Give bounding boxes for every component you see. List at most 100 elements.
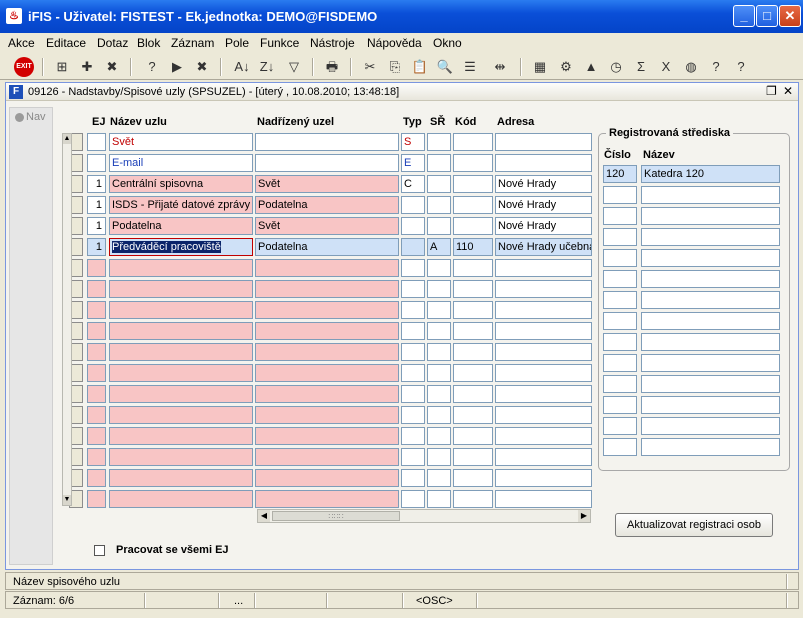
restore-icon[interactable]: ❐: [766, 84, 777, 98]
paste-icon[interactable]: 📋: [410, 57, 430, 77]
menu-zaznam[interactable]: Záznam: [171, 36, 214, 50]
strediska-cell-nazev[interactable]: [641, 270, 780, 288]
strediska-cell-cislo[interactable]: [603, 333, 637, 351]
cell-ej[interactable]: [87, 364, 106, 382]
cell-sr[interactable]: [427, 469, 451, 487]
cell-sr[interactable]: [427, 175, 451, 193]
query-icon[interactable]: ?: [142, 57, 162, 77]
cell-ej[interactable]: 1: [87, 217, 106, 235]
cell-nadrizeny[interactable]: [255, 280, 399, 298]
cell-sr[interactable]: [427, 301, 451, 319]
cell-typ[interactable]: [401, 259, 425, 277]
find-icon[interactable]: 🔍: [435, 57, 455, 77]
cell-typ[interactable]: E: [401, 154, 425, 172]
cell-nadrizeny[interactable]: [255, 448, 399, 466]
cell-typ[interactable]: C: [401, 175, 425, 193]
cell-sr[interactable]: A: [427, 238, 451, 256]
cell-adresa[interactable]: [495, 469, 592, 487]
cell-nazev[interactable]: Svět: [109, 133, 253, 151]
cell-kod[interactable]: [453, 196, 493, 214]
cell-typ[interactable]: [401, 343, 425, 361]
cell-kod[interactable]: [453, 490, 493, 508]
strediska-cell-cislo[interactable]: [603, 186, 637, 204]
delete-record-icon[interactable]: ✖: [102, 57, 122, 77]
strediska-cell-cislo[interactable]: [603, 375, 637, 393]
cell-ej[interactable]: 1: [87, 238, 106, 256]
cell-nazev[interactable]: [109, 322, 253, 340]
cell-nadrizeny[interactable]: Podatelna: [255, 196, 399, 214]
menu-editace[interactable]: Editace: [46, 36, 86, 50]
cell-nadrizeny[interactable]: [255, 154, 399, 172]
strediska-cell-cislo[interactable]: 120: [603, 165, 637, 183]
cell-nazev[interactable]: E-mail: [109, 154, 253, 172]
cell-nadrizeny[interactable]: [255, 406, 399, 424]
cell-nazev[interactable]: [109, 301, 253, 319]
list-icon[interactable]: ☰: [460, 57, 480, 77]
cell-sr[interactable]: [427, 364, 451, 382]
context-help-icon[interactable]: ?: [731, 57, 751, 77]
cell-ej[interactable]: [87, 343, 106, 361]
scroll-down-icon[interactable]: ▼: [63, 495, 71, 505]
menu-akce[interactable]: Akce: [8, 36, 35, 50]
cell-typ[interactable]: [401, 217, 425, 235]
cell-kod[interactable]: [453, 385, 493, 403]
cell-ej[interactable]: [87, 154, 106, 172]
settings-icon[interactable]: ⚙: [556, 57, 576, 77]
cell-adresa[interactable]: [495, 154, 592, 172]
menu-napoveda[interactable]: Nápověda: [367, 36, 422, 50]
cell-nadrizeny[interactable]: [255, 301, 399, 319]
strediska-cell-cislo[interactable]: [603, 396, 637, 414]
cell-nazev[interactable]: [109, 490, 253, 508]
strediska-cell-nazev[interactable]: [641, 291, 780, 309]
clock-icon[interactable]: ◷: [606, 57, 626, 77]
cell-nazev[interactable]: [109, 469, 253, 487]
strediska-cell-nazev[interactable]: [641, 354, 780, 372]
cell-ej[interactable]: [87, 469, 106, 487]
scroll-up-icon[interactable]: ▲: [63, 134, 71, 144]
minimize-button[interactable]: _: [733, 5, 755, 27]
cell-sr[interactable]: [427, 133, 451, 151]
cell-nazev[interactable]: [109, 406, 253, 424]
cell-nadrizeny[interactable]: Svět: [255, 175, 399, 193]
cell-nadrizeny[interactable]: [255, 343, 399, 361]
cell-adresa[interactable]: Nové Hrady: [495, 196, 592, 214]
filter-icon[interactable]: ▽: [284, 57, 304, 77]
cell-nadrizeny[interactable]: Svět: [255, 217, 399, 235]
cell-adresa[interactable]: Nové Hrady učebna: [495, 238, 592, 256]
sort-desc-icon[interactable]: Z↓: [257, 57, 277, 77]
cell-sr[interactable]: [427, 385, 451, 403]
cell-typ[interactable]: [401, 406, 425, 424]
execute-query-icon[interactable]: ▶: [167, 57, 187, 77]
cell-adresa[interactable]: [495, 385, 592, 403]
strediska-cell-cislo[interactable]: [603, 291, 637, 309]
scroll-left-icon[interactable]: ◀: [258, 510, 270, 522]
maximize-button[interactable]: □: [756, 5, 778, 27]
cancel-query-icon[interactable]: ✖: [192, 57, 212, 77]
strediska-cell-nazev[interactable]: [641, 438, 780, 456]
cell-ej[interactable]: [87, 406, 106, 424]
cell-typ[interactable]: [401, 490, 425, 508]
cut-icon[interactable]: ✂: [360, 57, 380, 77]
menu-nastroje[interactable]: Nástroje: [310, 36, 355, 50]
cell-ej[interactable]: [87, 322, 106, 340]
cell-kod[interactable]: [453, 427, 493, 445]
cell-nadrizeny[interactable]: [255, 427, 399, 445]
cell-kod[interactable]: [453, 364, 493, 382]
strediska-cell-nazev[interactable]: [641, 249, 780, 267]
cell-typ[interactable]: [401, 238, 425, 256]
cell-ej[interactable]: 1: [87, 196, 106, 214]
cell-nadrizeny[interactable]: [255, 259, 399, 277]
menu-okno[interactable]: Okno: [433, 36, 462, 50]
excel-icon[interactable]: X: [656, 57, 676, 77]
cell-ej[interactable]: [87, 490, 106, 508]
strediska-cell-nazev[interactable]: [641, 375, 780, 393]
sort-asc-icon[interactable]: A↓: [232, 57, 252, 77]
triangle-icon[interactable]: ▲: [581, 57, 601, 77]
cell-kod[interactable]: [453, 322, 493, 340]
vertical-scrollbar[interactable]: ▲ ▼: [62, 133, 72, 506]
cell-typ[interactable]: [401, 427, 425, 445]
cell-adresa[interactable]: [495, 490, 592, 508]
cell-ej[interactable]: [87, 448, 106, 466]
cell-kod[interactable]: 110: [453, 238, 493, 256]
cell-ej[interactable]: 1: [87, 175, 106, 193]
